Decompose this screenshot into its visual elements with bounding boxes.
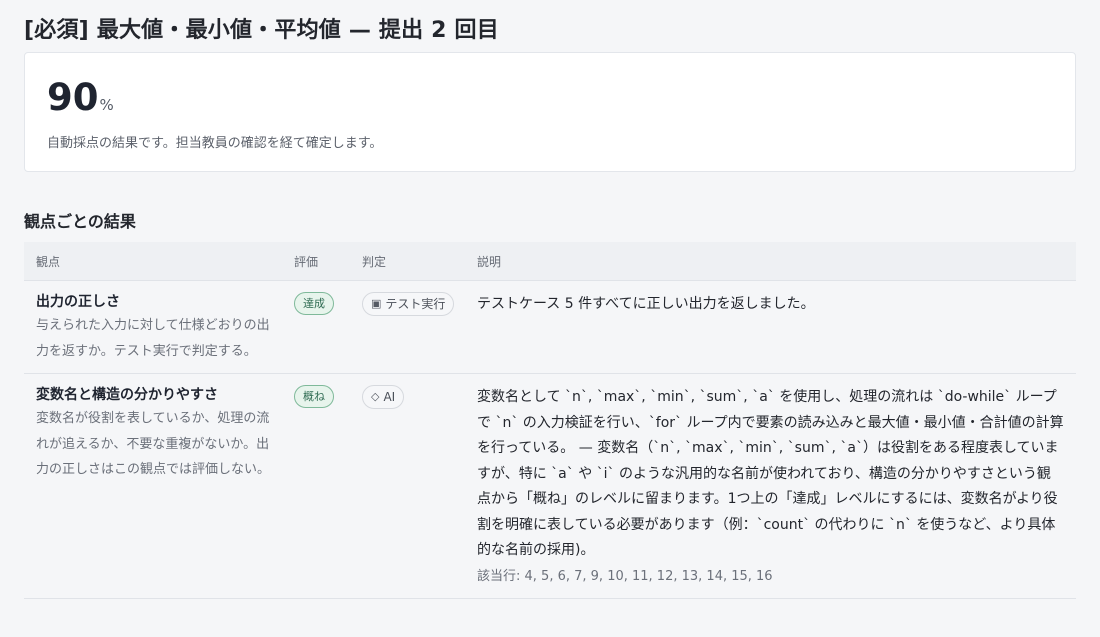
explanation-cell: テストケース 5 件すべてに正しい出力を返しました。 [465,292,1076,318]
explanation-text: テストケース 5 件すべてに正しい出力を返しました。 [477,296,815,312]
judge-label: テスト実行 [385,297,446,311]
page-title: [必須] 最大値・最小値・平均値 — 提出 2 回目 [24,18,499,43]
header-aspect: 観点 [36,254,61,269]
aspect-cell: 出力の正しさ 与えられた入力に対して仕様どおりの出力を返すか。テスト実行で判定す… [24,292,282,364]
score-line: 90 % [47,79,1053,116]
judge-pill: ◇ AI [362,385,405,409]
aspect-name: 出力の正しさ [36,294,120,310]
score-note: 自動採点の結果です。担当教員の確認を経て確定します。 [47,136,383,151]
test-run-icon: ▣ [371,297,382,310]
table-row: 変数名と構造の分かりやすさ 変数名が役割を表しているか、処理の流れが追えるか、不… [24,374,1076,599]
referenced-lines: 該当行: 4, 5, 6, 7, 9, 10, 11, 12, 13, 14, … [477,568,773,584]
judge-pill: ▣ テスト実行 [362,292,455,316]
rating-badge: 達成 [294,292,334,315]
rating-cell: 達成 [282,292,350,315]
score-card: 90 % 自動採点の結果です。担当教員の確認を経て確定します。 [24,52,1076,172]
judge-label: AI [383,390,396,404]
header-rating: 評価 [294,254,319,269]
judge-cell: ◇ AI [350,385,465,409]
table-row: 出力の正しさ 与えられた入力に対して仕様どおりの出力を返すか。テスト実行で判定す… [24,281,1076,374]
aspect-description: 与えられた入力に対して仕様どおりの出力を返すか。テスト実行で判定する。 [36,318,270,359]
explanation-text: 変数名として `n`, `max`, `min`, `sum`, `a` を使用… [477,389,1064,558]
score-value: 90 [47,76,99,119]
aspect-name: 変数名と構造の分かりやすさ [36,387,218,403]
aspect-description: 変数名が役割を表しているか、処理の流れが追えるか、不要な重複がないか。出力の正し… [36,411,271,477]
results-table: 観点 評価 判定 説明 出力の正しさ 与えられた入力に対して仕様どおりの出力を返… [24,242,1076,599]
judge-cell: ▣ テスト実行 [350,292,465,316]
score-unit: % [99,96,114,114]
aspect-cell: 変数名と構造の分かりやすさ 変数名が役割を表しているか、処理の流れが追えるか、不… [24,385,282,483]
header-judge: 判定 [362,254,387,269]
ai-icon: ◇ [371,390,380,403]
rating-badge: 概ね [294,385,334,408]
explanation-cell: 変数名として `n`, `max`, `min`, `sum`, `a` を使用… [465,385,1076,589]
page: [必須] 最大値・最小値・平均値 — 提出 2 回目 90 % 自動採点の結果で… [0,0,1100,599]
rating-cell: 概ね [282,385,350,408]
header-desc: 説明 [477,254,502,269]
table-header: 観点 評価 判定 説明 [24,242,1076,281]
section-title: 観点ごとの結果 [24,212,136,231]
